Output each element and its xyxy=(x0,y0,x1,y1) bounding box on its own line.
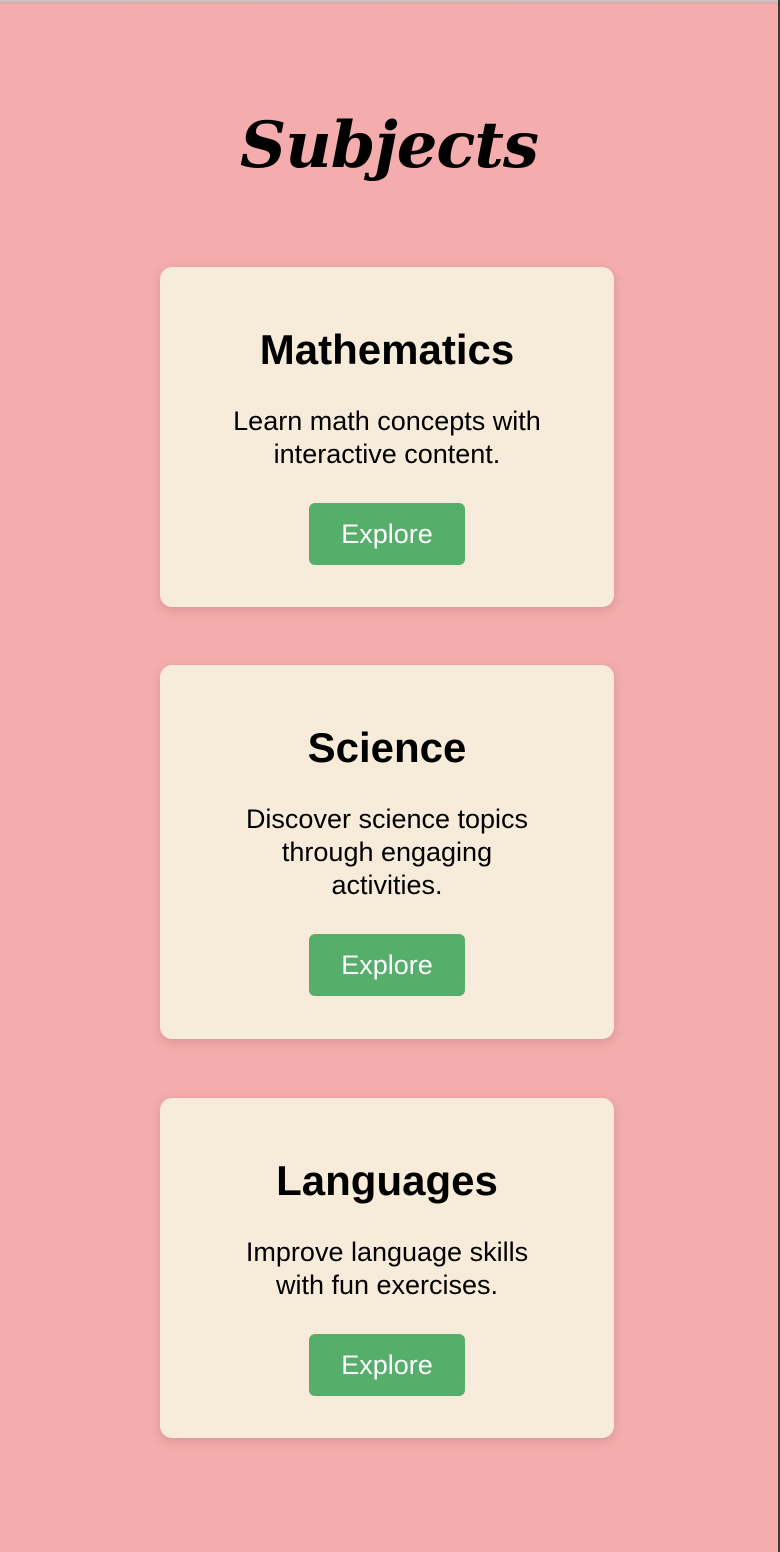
subject-description: Discover science topics through engaging… xyxy=(245,804,529,900)
subject-card-science: Science Discover science topics through … xyxy=(160,665,614,1039)
window-top-edge xyxy=(0,0,780,4)
subject-title: Science xyxy=(307,724,467,771)
subject-title: Languages xyxy=(276,1157,498,1204)
subject-title: Mathematics xyxy=(259,326,515,373)
subject-card-languages: Languages Improve language skills with f… xyxy=(160,1098,614,1438)
explore-button-languages[interactable]: Explore xyxy=(309,1334,465,1396)
page-title: Subjects xyxy=(240,108,539,183)
subject-description: Improve language skills with fun exercis… xyxy=(245,1237,529,1300)
subject-card-mathematics: Mathematics Learn math concepts with int… xyxy=(160,267,614,607)
subject-description: Learn math concepts with interactive con… xyxy=(233,406,541,469)
explore-button-science[interactable]: Explore xyxy=(309,934,465,996)
explore-button-mathematics[interactable]: Explore xyxy=(309,503,465,565)
